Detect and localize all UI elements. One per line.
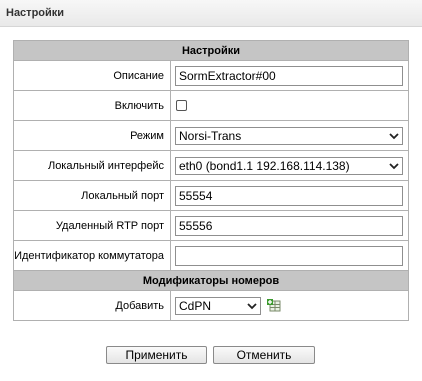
mode-label: Режим <box>13 120 171 151</box>
enable-row: Включить <box>13 90 409 121</box>
remote-rtp-port-label: Удаленный RTP порт <box>13 210 171 241</box>
local-interface-label: Локальный интерфейс <box>13 150 171 181</box>
settings-header-row: Настройки <box>13 40 409 61</box>
local-port-input[interactable] <box>175 185 403 206</box>
chevron-down-icon <box>389 132 399 139</box>
modifier-type-select-value: CdPN <box>179 298 212 313</box>
settings-table: Настройки Описание Включить Режим Norsi-… <box>13 40 409 321</box>
local-port-row: Локальный порт <box>13 180 409 211</box>
description-row: Описание <box>13 60 409 91</box>
add-modifier-row: Добавить CdPN <box>13 290 409 321</box>
page-title: Настройки <box>6 7 65 19</box>
settings-header: Настройки <box>13 40 409 61</box>
add-modifier-label: Добавить <box>13 290 171 321</box>
chevron-down-icon <box>389 162 399 169</box>
enable-label: Включить <box>13 90 171 121</box>
number-modifiers-header: Модификаторы номеров <box>13 270 409 291</box>
mode-select[interactable]: Norsi-Trans <box>175 126 403 145</box>
enable-checkbox[interactable] <box>176 100 187 112</box>
switch-id-input[interactable] <box>175 245 403 266</box>
mode-select-value: Norsi-Trans <box>179 128 242 143</box>
description-input[interactable] <box>175 65 403 86</box>
cancel-button[interactable]: Отменить <box>213 346 315 364</box>
remote-rtp-port-input[interactable] <box>175 215 403 236</box>
title-bar: Настройки <box>0 0 422 27</box>
local-port-label: Локальный порт <box>13 180 171 211</box>
apply-button[interactable]: Применить <box>106 346 207 364</box>
local-interface-row: Локальный интерфейс eth0 (bond1.1 192.16… <box>13 150 409 181</box>
mode-row: Режим Norsi-Trans <box>13 120 409 151</box>
number-modifiers-header-row: Модификаторы номеров <box>13 270 409 291</box>
switch-id-row: Идентификатор коммутатора <box>13 240 409 271</box>
switch-id-label: Идентификатор коммутатора <box>13 240 171 271</box>
local-interface-select[interactable]: eth0 (bond1.1 192.168.114.138) <box>175 156 403 175</box>
chevron-down-icon <box>247 302 257 309</box>
description-label: Описание <box>13 60 171 91</box>
add-row-icon[interactable] <box>267 298 283 313</box>
local-interface-select-value: eth0 (bond1.1 192.168.114.138) <box>179 158 350 173</box>
remote-rtp-port-row: Удаленный RTP порт <box>13 210 409 241</box>
modifier-type-select[interactable]: CdPN <box>175 296 261 315</box>
